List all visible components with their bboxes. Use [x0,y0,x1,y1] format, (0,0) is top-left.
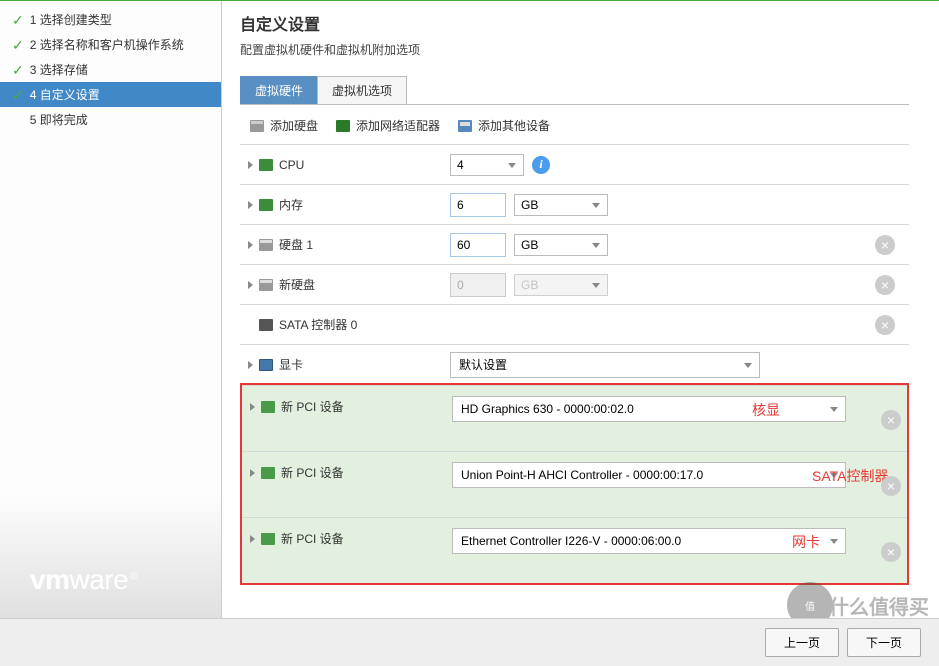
row-video-card: 显卡 默认设置 [240,344,909,384]
step-label: 1 选择创建类型 [30,11,112,28]
wizard-footer: 上一页 下一页 [0,618,939,666]
remove-pci1-button[interactable]: × [881,410,901,430]
remove-sata-button[interactable]: × [875,315,895,335]
pci-label: 新 PCI 设备 [281,530,344,547]
row-disk-1: 硬盘 1 GB × [240,224,909,264]
check-icon: ✓ [12,38,24,52]
memory-icon [259,199,273,211]
tab-bar: 虚拟硬件 虚拟机选项 [240,76,909,105]
row-cpu: CPU 4 i [240,144,909,184]
info-icon[interactable]: i [532,156,550,174]
tab-vm-options[interactable]: 虚拟机选项 [317,76,407,104]
row-memory: 内存 GB [240,184,909,224]
step-label: 3 选择存储 [30,61,88,78]
pci-icon [261,533,275,545]
vga-setting-select[interactable]: 默认设置 [450,352,760,378]
pci-highlight-box: 新 PCI 设备 HD Graphics 630 - 0000:00:02.0 … [240,383,909,585]
expand-icon[interactable] [248,361,253,369]
step-1[interactable]: ✓ 1 选择创建类型 [0,7,221,32]
remove-disk1-button[interactable]: × [875,235,895,255]
disk1-unit-select[interactable]: GB [514,234,608,256]
pci-icon [261,467,275,479]
page-title: 自定义设置 [240,11,909,35]
sata-label: SATA 控制器 0 [279,316,357,333]
device-icon [458,120,472,132]
tab-virtual-hardware[interactable]: 虚拟硬件 [240,76,318,104]
disk-icon [259,239,273,251]
step-2[interactable]: ✓ 2 选择名称和客户机操作系统 [0,32,221,57]
memory-unit-select[interactable]: GB [514,194,608,216]
memory-input[interactable] [450,193,506,217]
add-nic-button[interactable]: 添加网络适配器 [336,117,440,134]
memory-label: 内存 [279,196,303,213]
expand-icon[interactable] [248,281,253,289]
cpu-select[interactable]: 4 [450,154,524,176]
sata-icon [259,319,273,331]
check-icon: ✓ [12,88,24,102]
check-icon: ✓ [12,13,24,27]
pci3-select[interactable]: Ethernet Controller I226-V - 0000:06:00.… [452,528,846,554]
pci2-select[interactable]: Union Point-H AHCI Controller - 0000:00:… [452,462,846,488]
disk-label: 硬盘 1 [279,236,313,253]
add-disk-button[interactable]: 添加硬盘 [250,117,318,134]
step-5[interactable]: ✓5 即将完成 [0,107,221,132]
remove-new-disk-button[interactable]: × [875,275,895,295]
hardware-list: CPU 4 i 内存 GB 硬盘 1 [240,144,909,585]
wizard-sidebar: ✓ 1 选择创建类型 ✓ 2 选择名称和客户机操作系统 ✓ 3 选择存储 ✓ 4 自定义… [0,1,222,618]
app-window: ✓ 1 选择创建类型 ✓ 2 选择名称和客户机操作系统 ✓ 3 选择存储 ✓ 4 自定义… [0,0,939,666]
content-area: 自定义设置 配置虚拟机硬件和虚拟机附加选项 虚拟硬件 虚拟机选项 添加硬盘 添加… [222,1,939,618]
row-new-disk: 新硬盘 GB × [240,264,909,304]
expand-icon[interactable] [250,469,255,477]
disk-icon [259,279,273,291]
step-3[interactable]: ✓ 3 选择存储 [0,57,221,82]
expand-icon[interactable] [248,241,253,249]
expand-icon[interactable] [248,161,253,169]
cpu-icon [259,159,273,171]
vga-icon [259,359,273,371]
row-pci-1: 新 PCI 设备 HD Graphics 630 - 0000:00:02.0 … [242,385,907,451]
step-label: 4 自定义设置 [30,86,100,103]
pci-label: 新 PCI 设备 [281,464,344,481]
pci-label: 新 PCI 设备 [281,398,344,415]
disk-icon [250,120,264,132]
step-label: 2 选择名称和客户机操作系统 [30,36,184,53]
new-disk-label: 新硬盘 [279,276,315,293]
step-4[interactable]: ✓ 4 自定义设置 [0,82,221,107]
expand-icon[interactable] [250,403,255,411]
prev-button[interactable]: 上一页 [765,628,839,657]
step-label: 5 即将完成 [30,111,88,128]
disk1-size-input[interactable] [450,233,506,257]
remove-pci3-button[interactable]: × [881,542,901,562]
nic-icon [336,120,350,132]
pci1-select[interactable]: HD Graphics 630 - 0000:00:02.0 [452,396,846,422]
new-disk-unit-select: GB [514,274,608,296]
vmware-logo: vmware® [0,564,221,618]
vga-label: 显卡 [279,356,303,373]
main-area: ✓ 1 选择创建类型 ✓ 2 选择名称和客户机操作系统 ✓ 3 选择存储 ✓ 4 自定义… [0,1,939,618]
row-pci-3: 新 PCI 设备 Ethernet Controller I226-V - 00… [242,517,907,583]
check-icon: ✓ [12,63,24,77]
expand-icon[interactable] [248,201,253,209]
cpu-label: CPU [279,158,304,172]
row-pci-2: 新 PCI 设备 Union Point-H AHCI Controller -… [242,451,907,517]
new-disk-size-input [450,273,506,297]
row-sata-controller: SATA 控制器 0 × [240,304,909,344]
pci-icon [261,401,275,413]
hardware-toolbar: 添加硬盘 添加网络适配器 添加其他设备 [240,113,909,144]
remove-pci2-button[interactable]: × [881,476,901,496]
page-subtitle: 配置虚拟机硬件和虚拟机附加选项 [240,41,909,58]
add-other-device-button[interactable]: 添加其他设备 [458,117,550,134]
wizard-steps: ✓ 1 选择创建类型 ✓ 2 选择名称和客户机操作系统 ✓ 3 选择存储 ✓ 4 自定义… [0,1,221,132]
expand-icon[interactable] [250,535,255,543]
next-button[interactable]: 下一页 [847,628,921,657]
